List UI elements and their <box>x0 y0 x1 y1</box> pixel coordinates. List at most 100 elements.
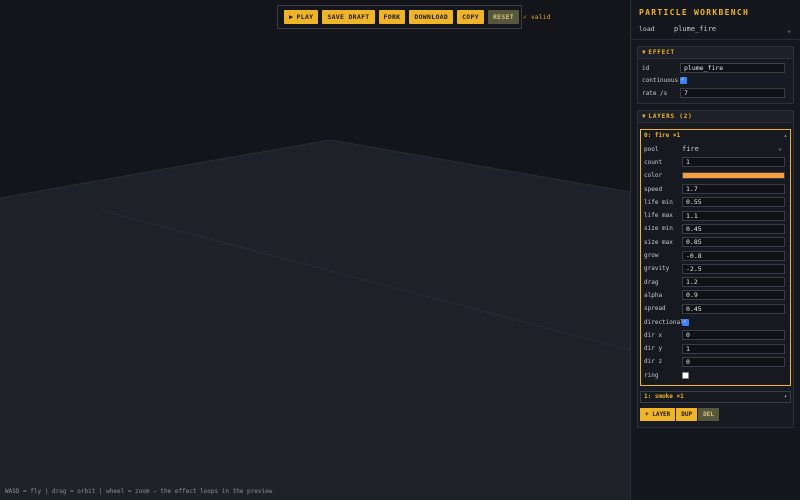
effect-rate-row: rate /s 7 <box>642 87 789 100</box>
layer-field-row: color <box>644 169 787 182</box>
copy-button[interactable]: COPY <box>457 10 484 24</box>
layer-card-collapsed[interactable]: 1: smoke ×1 ▾ <box>640 390 791 403</box>
layer-title: 1: smoke ×1 <box>644 393 684 401</box>
layer-field-row: ring <box>644 369 787 382</box>
effect-section: ▼ EFFECT id plume_fire continuous rate /… <box>637 46 794 104</box>
color-swatch[interactable] <box>682 172 785 180</box>
layer-field-row: life max 1.1 <box>644 209 787 222</box>
layer-field-row: size min 0.45 <box>644 222 787 235</box>
pool-select-wrap: fire ⌄ <box>682 144 785 154</box>
layer-field-row: dir x 0 <box>644 329 787 342</box>
life-max-input[interactable]: 1.1 <box>682 210 785 221</box>
validation-status: ✓ valid <box>523 13 551 21</box>
layer-field-row: count 1 <box>644 156 787 169</box>
alpha-input[interactable]: 0.9 <box>682 290 785 301</box>
effect-section-header[interactable]: ▼ EFFECT <box>638 47 793 59</box>
spread-input[interactable]: 0.45 <box>682 303 785 314</box>
layer-field-label: pool <box>644 145 659 153</box>
load-select[interactable]: plume_fire <box>674 25 794 33</box>
ring-checkbox[interactable] <box>682 371 689 379</box>
caret-up-icon: ▴ <box>783 132 787 139</box>
rate-input[interactable]: 7 <box>680 88 785 99</box>
preview-toolbar: ▶ PLAY SAVE DRAFT FORK DOWNLOAD COPY RES… <box>277 5 550 29</box>
layer-field-label: color <box>644 172 663 180</box>
size-min-input[interactable]: 0.45 <box>682 223 785 234</box>
collapse-triangle-icon: ▼ <box>642 112 647 120</box>
effect-id-label: id <box>642 64 650 72</box>
directional-checkbox[interactable] <box>682 318 689 326</box>
save-draft-button[interactable]: SAVE DRAFT <box>322 10 375 24</box>
controls-hint: WASD = fly | drag = orbit | wheel = zoom… <box>5 488 273 495</box>
layer-header[interactable]: 0: fire ×1 ▴ <box>641 130 790 142</box>
layer-field-label: alpha <box>644 291 663 299</box>
count-input[interactable]: 1 <box>682 157 785 168</box>
layer-field-row: alpha 0.9 <box>644 289 787 302</box>
duplicate-layer-button[interactable]: DUP <box>676 407 698 421</box>
load-row: load plume_fire ⌄ <box>639 25 794 34</box>
layer-field-row: size max 0.85 <box>644 236 787 249</box>
fork-button[interactable]: FORK <box>378 10 406 24</box>
layer-field-row: spread 0.45 <box>644 302 787 315</box>
pool-select[interactable]: fire <box>682 144 785 154</box>
layer-field-label: size max <box>644 238 673 246</box>
layer-field-label: dir x <box>644 331 663 339</box>
layer-field-label: spread <box>644 305 666 313</box>
size-max-input[interactable]: 0.85 <box>682 237 785 248</box>
layer-field-row: grow -0.8 <box>644 249 787 262</box>
layer-field-row: pool fire ⌄ <box>644 143 787 156</box>
grow-input[interactable]: -0.8 <box>682 250 785 261</box>
layer-field-label: directional <box>644 318 684 326</box>
effect-heading: EFFECT <box>648 49 675 56</box>
side-panel: PARTICLE WORKBENCH load plume_fire ⌄ ▼ E… <box>630 0 800 500</box>
dir-z-input[interactable]: 0 <box>682 356 785 367</box>
layer-field-row: dir y 1 <box>644 342 787 355</box>
layer-field-label: gravity <box>644 265 670 273</box>
download-button[interactable]: DOWNLOAD <box>409 10 454 24</box>
layer-field-row: speed 1.7 <box>644 182 787 195</box>
life-min-input[interactable]: 0.55 <box>682 197 785 208</box>
layer-actions: + LAYER DUP DEL <box>640 407 791 421</box>
layers-section-header[interactable]: ▼ LAYERS (2) <box>638 110 793 123</box>
layers-heading: LAYERS (2) <box>648 112 693 120</box>
layer-field-label: life max <box>644 212 673 220</box>
play-button-label: PLAY <box>296 13 314 21</box>
layer-field-row: dir z 0 <box>644 355 787 368</box>
delete-layer-button[interactable]: DEL <box>698 407 719 421</box>
layer-field-label: count <box>644 158 663 166</box>
effect-continuous-row: continuous <box>642 75 789 88</box>
play-icon: ▶ <box>289 13 294 21</box>
layer-fields: pool fire ⌄ count 1 color speed 1.7 life min 0.55… <box>641 142 790 385</box>
layer-field-label: dir z <box>644 358 663 366</box>
effect-id-input[interactable]: plume_fire <box>680 63 785 74</box>
drag-input[interactable]: 1.2 <box>682 277 785 288</box>
layer-title: 0: fire ×1 <box>644 132 681 139</box>
layer-field-label: dir y <box>644 345 663 353</box>
reset-button[interactable]: RESET <box>487 10 520 24</box>
preview-viewport[interactable]: ▶ PLAY SAVE DRAFT FORK DOWNLOAD COPY RES… <box>0 0 630 500</box>
load-label: load <box>639 25 655 33</box>
layer-card-expanded: 0: fire ×1 ▴ pool fire ⌄ count 1 color speed 1.… <box>640 128 791 386</box>
layer-field-row: gravity -2.5 <box>644 262 787 275</box>
dir-x-input[interactable]: 0 <box>682 330 785 341</box>
add-layer-button[interactable]: + LAYER <box>640 407 676 421</box>
layers-section: ▼ LAYERS (2) 0: fire ×1 ▴ pool fire ⌄ count… <box>637 109 794 428</box>
rate-label: rate /s <box>642 89 668 97</box>
collapse-triangle-icon: ▼ <box>642 49 647 56</box>
load-select-wrap: plume_fire ⌄ <box>674 25 794 34</box>
ground-grid <box>0 139 630 500</box>
play-button[interactable]: ▶ PLAY <box>284 10 319 24</box>
effect-id-row: id plume_fire <box>642 62 789 75</box>
layer-field-label: ring <box>644 371 659 379</box>
continuous-label: continuous <box>642 77 679 85</box>
caret-down-icon: ▾ <box>783 393 787 400</box>
layer-field-row: life min 0.55 <box>644 196 787 209</box>
dir-y-input[interactable]: 1 <box>682 343 785 354</box>
layer-field-label: size min <box>644 225 673 233</box>
layer-field-label: grow <box>644 252 659 260</box>
layer-field-row: drag 1.2 <box>644 275 787 288</box>
continuous-checkbox[interactable] <box>680 76 687 85</box>
gravity-input[interactable]: -2.5 <box>682 263 785 274</box>
divider <box>631 39 800 40</box>
layer-field-row: directional <box>644 315 787 328</box>
speed-input[interactable]: 1.7 <box>682 184 785 195</box>
